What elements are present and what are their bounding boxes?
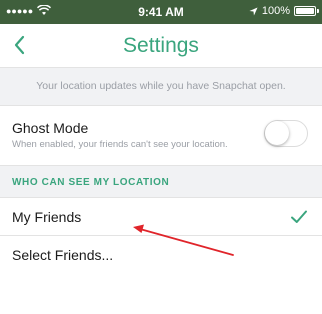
location-arrow-icon xyxy=(249,6,258,16)
battery-percent: 100% xyxy=(261,5,290,17)
status-right: 100% xyxy=(249,5,319,17)
section-title: WHO CAN SEE MY LOCATION xyxy=(12,177,170,188)
ghost-mode-toggle[interactable] xyxy=(264,120,308,147)
section-header: WHO CAN SEE MY LOCATION xyxy=(0,166,322,198)
ghost-mode-row: Ghost Mode When enabled, your friends ca… xyxy=(0,106,322,166)
page-title: Settings xyxy=(123,34,199,57)
nav-bar: Settings xyxy=(0,24,322,68)
info-banner: Your location updates while you have Sna… xyxy=(0,68,322,106)
option-label: My Friends xyxy=(12,209,82,225)
ghost-mode-title: Ghost Mode xyxy=(12,120,89,136)
ghost-mode-description: When enabled, your friends can't see you… xyxy=(12,139,228,150)
option-label: Select Friends... xyxy=(12,247,114,263)
checkmark-icon xyxy=(291,210,307,223)
battery-icon xyxy=(294,6,319,16)
option-my-friends[interactable]: My Friends xyxy=(0,198,322,236)
status-bar: ●●●●● 9:41 AM 100% xyxy=(0,0,322,24)
option-select-friends[interactable]: Select Friends... xyxy=(0,236,322,274)
toggle-knob xyxy=(265,121,289,145)
info-text: Your location updates while you have Sna… xyxy=(36,80,286,92)
